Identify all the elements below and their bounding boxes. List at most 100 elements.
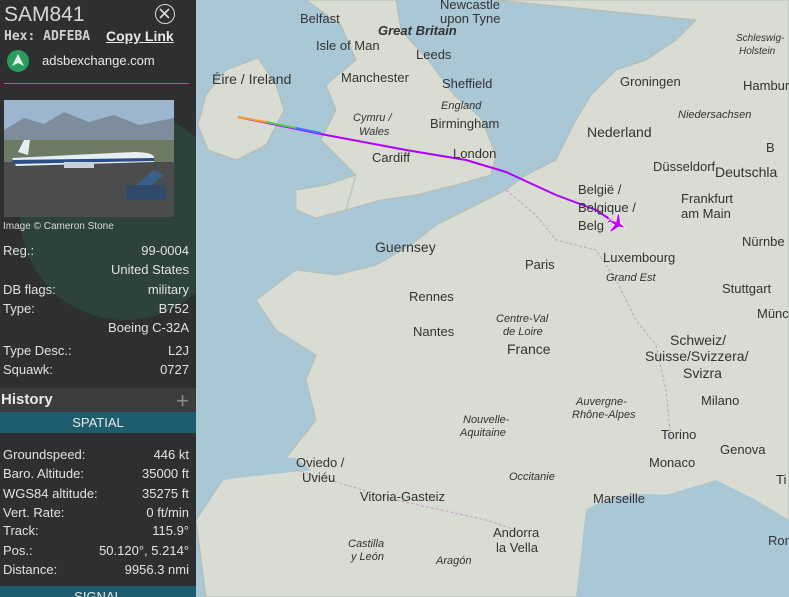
spatial-row: WGS84 altitude: 35275 ft [0,486,196,505]
map-label: Luxembourg [603,250,675,265]
divider [4,83,189,84]
map-label: Paris [525,257,555,272]
map-label: Svizra [683,365,722,381]
detail-value: Boeing C-32A [108,320,189,335]
map-label: Belg [578,218,604,233]
map-label: Aragón [435,555,471,567]
map-label: Schleswig- [736,33,785,44]
detail-value: United States [110,262,189,277]
signal-header[interactable]: SIGNAL [0,586,196,597]
map-label: Wales [359,126,390,138]
map-label: Rennes [409,289,454,304]
map-label: Belgique / [578,200,636,215]
aircraft-info-panel: SAM841 Hex: ADFEBA Copy Link adsbexchang… [0,0,196,597]
detail-row: Boeing C-32A [0,320,196,339]
map-label: Great Britain [378,23,457,38]
callsign-title: SAM841 [4,3,85,26]
map-label: Milano [701,393,739,408]
spatial-label: WGS84 altitude: [3,486,98,501]
detail-label: DB flags: [3,282,56,297]
detail-label: Type Desc.: [3,343,72,358]
spatial-label: Baro. Altitude: [3,466,84,481]
map-label: Ti [776,472,786,487]
map-label: Cardiff [372,150,410,165]
spatial-label: Distance: [3,562,58,577]
spatial-row: Track: 115.9° [0,523,196,542]
map-label: Düsseldorf [653,159,716,174]
map-label: Nouvelle- [463,414,510,426]
detail-value: B752 [158,301,189,316]
spatial-row: Baro. Altitude: 35000 ft [0,466,196,485]
adsbx-logo-icon [7,50,29,72]
hex-code: ADFEBA [43,29,91,44]
map-label: Frankfurt [681,191,733,206]
map-label: de Loire [503,326,543,338]
map-label: Aquitaine [459,427,506,439]
map-label: England [441,100,482,112]
detail-value: military [147,282,189,297]
map-view[interactable]: Belfast Newcastle upon Tyne Great Britai… [196,0,789,597]
map-label: France [507,341,551,357]
detail-row: Type: B752 [0,301,196,320]
map-label: Nederland [587,124,652,140]
map-label: Occitanie [509,471,555,483]
spatial-value: 50.120°, 5.214° [99,543,189,558]
map-label: Münc [757,306,789,321]
history-header[interactable]: History + [0,388,196,414]
map-label: London [453,146,496,161]
spatial-value: 0 ft/min [146,505,189,520]
spatial-value: 35275 ft [142,486,189,501]
spatial-label: Pos.: [3,543,33,558]
map-label: Belfast [300,11,340,26]
map-label: Torino [661,427,696,442]
map-label: Schweiz/ [670,332,726,348]
spatial-row: Distance: 9956.3 nmi [0,562,196,581]
close-icon[interactable] [155,4,175,24]
hex-line: Hex: ADFEBA [4,29,90,44]
map-label: Centre-Val [496,313,549,325]
map-label: Uviéu [302,470,335,485]
aircraft-photo[interactable] [4,100,174,217]
map-label: Hamburg [743,78,789,93]
detail-row: United States [0,262,196,281]
map-label: y León [350,551,384,563]
map-canvas[interactable]: Belfast Newcastle upon Tyne Great Britai… [196,0,789,597]
map-label: Nürnbe [742,234,785,249]
map-label: Auvergne- [575,396,627,408]
map-label: Leeds [416,47,452,62]
spatial-value: 9956.3 nmi [124,562,189,577]
map-label: Niedersachsen [678,109,751,121]
map-label: Nantes [413,324,455,339]
map-label: België / [578,182,622,197]
map-label: Isle of Man [316,38,380,53]
map-label: Deutschla [715,164,777,180]
detail-row: Squawk: 0727 [0,362,196,381]
map-label: Castilla [348,538,384,550]
history-label: History [1,391,53,408]
map-label: am Main [681,206,731,221]
map-label: Vitoria-Gasteiz [360,489,445,504]
photo-credit: Image © Cameron Stone [3,221,114,232]
map-label: Monaco [649,455,695,470]
plus-icon[interactable]: + [176,388,189,414]
spatial-row: Vert. Rate: 0 ft/min [0,505,196,524]
map-label: Sheffield [442,76,492,91]
map-label: Genova [720,442,766,457]
map-label: Stuttgart [722,281,772,296]
copy-link-button[interactable]: Copy Link [106,28,174,44]
spatial-row: Pos.: 50.120°, 5.214° [0,543,196,562]
map-label: Suisse/Svizzera/ [645,348,749,364]
detail-value: L2J [168,343,189,358]
detail-value: 99-0004 [141,243,189,258]
spatial-row: Groundspeed: 446 kt [0,447,196,466]
adsbx-site-link[interactable]: adsbexchange.com [42,53,155,68]
detail-value: 0727 [160,362,189,377]
spatial-value: 35000 ft [142,466,189,481]
spatial-label: Groundspeed: [3,447,86,462]
detail-label: Type: [3,301,35,316]
spatial-value: 115.9° [152,523,189,538]
detail-row: Type Desc.: L2J [0,343,196,362]
spatial-header[interactable]: SPATIAL [0,412,196,433]
map-label: Rom [768,533,789,548]
detail-label: Reg.: [3,243,35,258]
